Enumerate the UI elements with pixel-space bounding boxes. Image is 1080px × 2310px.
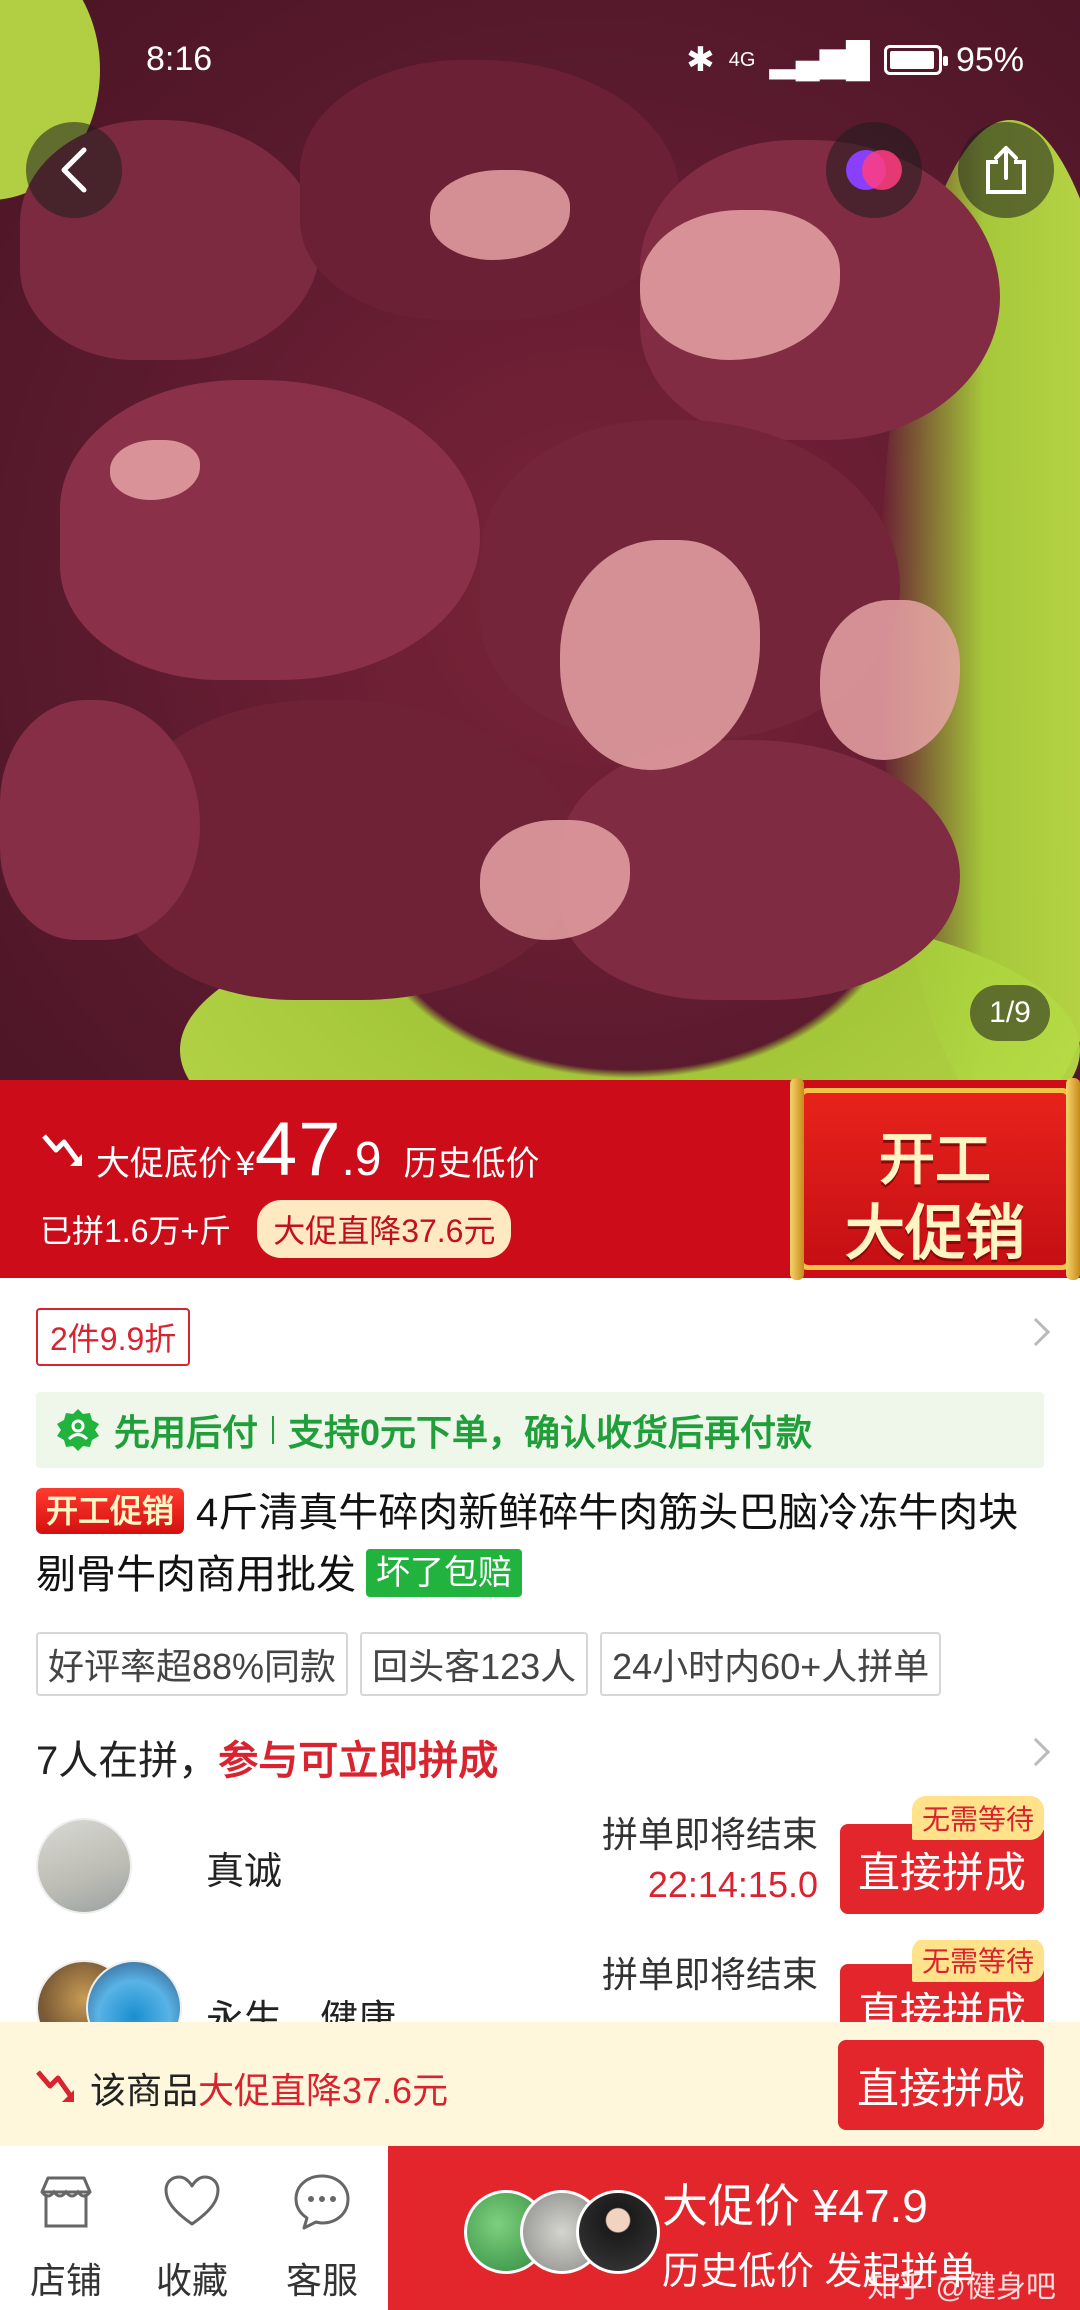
- heart-icon: [164, 2175, 220, 2226]
- guarantee-tag: 坏了包赔: [366, 1549, 522, 1597]
- share-icon: [986, 146, 1026, 194]
- group-row: 真诚 拼单即将结束 22:14:15.0 直接拼成 无需等待: [0, 1796, 1080, 1940]
- watermark: 知乎 @健身吧: [867, 2271, 1056, 2304]
- back-button[interactable]: [26, 122, 122, 218]
- scroll-roll-right: [1066, 1078, 1080, 1280]
- ai-assistant-icon: [846, 150, 902, 190]
- battery-level: 95%: [955, 40, 1024, 79]
- favorite-label: 收藏: [155, 2260, 228, 2301]
- highlight-chip[interactable]: 24小时内60+人拼单: [600, 1632, 942, 1696]
- price-down-icon: [42, 1133, 83, 1166]
- network-label: 4G: [728, 48, 756, 71]
- history-low-label: 历史低价: [403, 1145, 540, 1183]
- chevron-right-icon[interactable]: [1021, 1317, 1051, 1347]
- price-integer: 47: [254, 1107, 342, 1192]
- sold-count: 已拼1.6万+斤: [40, 1213, 232, 1249]
- promo-tag: 开工促销: [36, 1488, 185, 1534]
- banner-line2: 大促销: [845, 1199, 1025, 1269]
- service-tab[interactable]: 客服: [262, 2146, 382, 2310]
- back-arrow-icon: [61, 147, 87, 193]
- product-title: 开工促销 4斤清真牛碎肉新鲜碎牛肉筋头巴脑冷冻牛肉块剔骨牛肉商用批发 坏了包赔: [36, 1482, 1046, 1606]
- product-highlights: 好评率超88%同款 回头客123人 24小时内60+人拼单: [36, 1632, 942, 1696]
- banner-line1: 开工: [879, 1127, 991, 1193]
- status-bar: 8:16 ✱ 4G ▂▄▆█ 95%: [0, 36, 1080, 86]
- promo-price-label: 大促底价: [96, 1145, 232, 1183]
- group-status-text: 拼单即将结束: [601, 1814, 818, 1855]
- store-label: 店铺: [29, 2260, 102, 2301]
- group-status: 拼单即将结束 22:14:15.0: [602, 1806, 818, 1906]
- chat-icon: [294, 2174, 350, 2230]
- store-icon: [40, 2176, 92, 2228]
- price-drop-notice: 该商品大促直降37.6元 直接拼成: [0, 2022, 1080, 2146]
- avatar: [36, 1818, 132, 1914]
- group-leader-name: 真诚: [206, 1851, 283, 1893]
- notice-highlight: 大促直降37.6元: [198, 2070, 449, 2111]
- signal-icon: ▂▄▆█: [769, 41, 870, 79]
- group-count: 7人在拼，: [36, 1739, 219, 1783]
- price-decimal: .9: [341, 1133, 382, 1186]
- chevron-right-icon[interactable]: [1021, 1737, 1051, 1767]
- meat-piece: [60, 380, 480, 680]
- group-leader-name: 永生、健康...: [206, 1999, 428, 2022]
- service-label: 客服: [285, 2260, 358, 2301]
- group-join-text: 参与可立即拼成: [218, 1739, 499, 1783]
- pay-later-icon: [57, 1409, 99, 1451]
- price-down-icon: [36, 2070, 75, 2102]
- group-buy-header[interactable]: 7人在拼，参与可立即拼成: [36, 1728, 498, 1786]
- scroll-roll-left: [790, 1078, 804, 1280]
- store-tab[interactable]: 店铺: [6, 2146, 126, 2310]
- share-button[interactable]: [958, 122, 1054, 218]
- price-drop-badge: 大促直降37.6元: [257, 1200, 512, 1258]
- favorite-tab[interactable]: 收藏: [132, 2146, 252, 2310]
- pay-later-desc: 支持0元下单，确认收货后再付款: [288, 1412, 813, 1453]
- pay-later-banner[interactable]: 先用后付 支持0元下单，确认收货后再付款: [36, 1392, 1044, 1468]
- group-row: 永生、健康... 拼单即将结束 直接拼成 无需等待: [0, 1940, 1080, 2022]
- group-status: 拼单即将结束: [602, 1946, 818, 1998]
- no-wait-badge: 无需等待: [911, 1796, 1044, 1840]
- pay-later-title: 先用后付: [114, 1412, 259, 1453]
- no-wait-badge: 无需等待: [911, 1940, 1044, 1982]
- status-time: 8:16: [146, 40, 213, 78]
- promo-banner: 开工 大促销: [790, 1078, 1080, 1280]
- ai-assistant-button[interactable]: [826, 122, 922, 218]
- highlight-chip[interactable]: 回头客123人: [360, 1632, 589, 1696]
- buy-price-text: 大促价 ¥47.9: [662, 2180, 928, 2232]
- avatar: [576, 2190, 660, 2274]
- discount-coupon[interactable]: 2件9.9折: [36, 1308, 191, 1366]
- join-group-button[interactable]: 直接拼成: [838, 2040, 1044, 2130]
- group-status-text: 拼单即将结束: [601, 1954, 818, 1995]
- divider: [272, 1416, 275, 1444]
- highlight-chip[interactable]: 好评率超88%同款: [36, 1632, 349, 1696]
- image-counter: 1/9: [970, 985, 1050, 1041]
- battery-icon: [883, 45, 948, 75]
- currency-symbol: ¥: [236, 1145, 255, 1183]
- meat-piece: [0, 700, 200, 940]
- bluetooth-icon: ✱: [686, 41, 715, 79]
- group-countdown: 22:14:15.0: [647, 1864, 818, 1905]
- notice-prefix: 该商品: [90, 2070, 199, 2111]
